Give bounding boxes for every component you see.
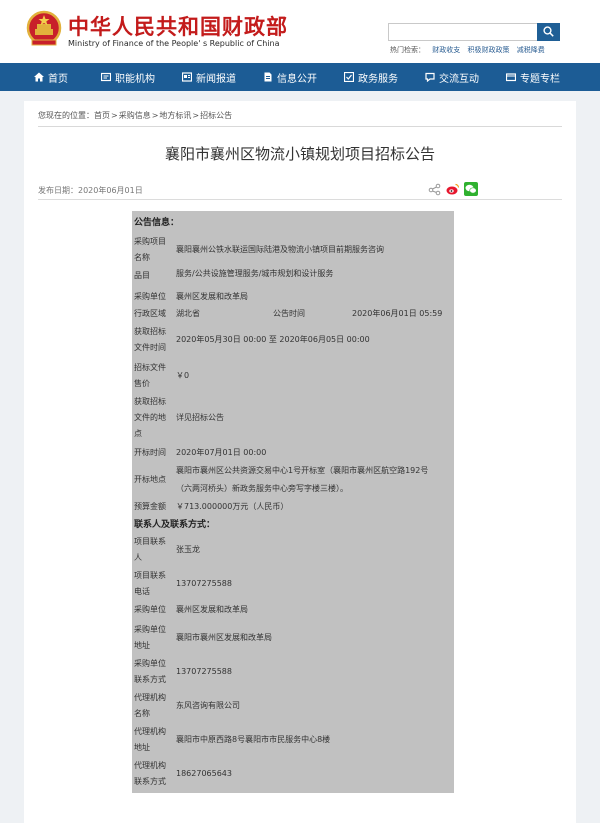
field-label: 采购单位 — [134, 605, 166, 614]
nav-label: 信息公开 — [277, 73, 317, 85]
content-page: 您现在的位置：首页>采购信息>地方标讯>招标公告 襄阳市襄州区物流小镇规划项目招… — [24, 101, 576, 823]
breadcrumb-link-home[interactable]: 首页 — [94, 111, 110, 120]
field-label: 开标地点 — [134, 475, 166, 484]
breadcrumb-separator: > — [192, 111, 200, 120]
field-value: 2020年06月01日 05:59 — [352, 309, 443, 318]
nav-label: 交流互动 — [439, 73, 479, 85]
field-value: 2020年07月01日 00:00 — [176, 448, 267, 457]
field-label: 名称 — [134, 709, 150, 718]
weibo-icon[interactable] — [446, 181, 460, 195]
home-icon — [34, 72, 44, 82]
share-icon[interactable] — [428, 181, 442, 196]
field-value: 张玉龙 — [176, 545, 200, 554]
field-value: ￥0 — [176, 371, 190, 380]
divider — [38, 199, 562, 200]
field-value: 服务/公共设施管理服务/城市规划和设计服务 — [176, 269, 334, 278]
field-label: 行政区域 — [134, 309, 166, 318]
main-nav: 首页 职能机构 新闻报道 信息公开 政务服务 交流互动 专题专栏 — [0, 63, 600, 91]
hot-search-link[interactable]: 减税降费 — [517, 46, 545, 54]
field-label: 地址 — [134, 641, 150, 650]
field-value: 襄阳市襄州区公共资源交易中心1号开标室（襄阳市襄州区航空路192号 — [176, 466, 429, 475]
nav-item-interact[interactable]: 交流互动 — [425, 63, 479, 91]
org-icon — [101, 72, 111, 82]
field-value: （六两河桥头）新政务服务中心旁写字楼三楼）。 — [176, 484, 348, 493]
nav-item-home[interactable]: 首页 — [34, 63, 68, 91]
wechat-icon[interactable] — [464, 181, 478, 196]
field-label: 品目 — [134, 271, 150, 280]
field-label: 售价 — [134, 379, 150, 388]
nav-label: 专题专栏 — [520, 73, 560, 85]
nav-label: 首页 — [48, 73, 68, 85]
search-button[interactable] — [537, 23, 560, 41]
field-value: 13707275588 — [176, 667, 232, 676]
divider — [38, 126, 562, 127]
site-subtitle: Ministry of Finance of the People' s Rep… — [68, 39, 280, 48]
hot-search-link[interactable]: 财政收支 — [432, 46, 460, 54]
hot-search-link[interactable]: 积极财政政策 — [467, 46, 509, 54]
national-emblem-icon[interactable] — [26, 10, 62, 48]
field-value: 湖北省 — [176, 309, 200, 318]
field-value: 襄阳市中原西路8号襄阳市市民服务中心8楼 — [176, 735, 331, 744]
breadcrumb-link-tender[interactable]: 招标公告 — [200, 111, 232, 120]
field-label: 地址 — [134, 743, 150, 752]
news-icon — [182, 72, 192, 82]
field-label: 人 — [134, 553, 142, 562]
field-value: 襄阳市襄州区发展和改革局 — [176, 633, 272, 642]
nav-item-info[interactable]: 信息公开 — [263, 63, 317, 91]
breadcrumb: 您现在的位置：首页>采购信息>地方标讯>招标公告 — [38, 110, 232, 121]
field-value: 东风咨询有限公司 — [176, 701, 240, 710]
nav-label: 政务服务 — [358, 73, 398, 85]
nav-item-topic[interactable]: 专题专栏 — [506, 63, 560, 91]
breadcrumb-prefix: 您现在的位置： — [38, 111, 94, 120]
doc-icon — [263, 72, 273, 82]
field-value: 18627065643 — [176, 769, 232, 778]
search-input[interactable] — [388, 23, 538, 41]
nav-label: 新闻报道 — [196, 73, 236, 85]
site-title[interactable]: 中华人民共和国财政部 — [68, 11, 288, 41]
chat-icon — [425, 72, 435, 82]
field-label: 文件时间 — [134, 343, 166, 352]
field-label: 联系方式 — [134, 675, 166, 684]
nav-label: 职能机构 — [115, 73, 155, 85]
field-value: ￥713.000000万元（人民币） — [176, 502, 289, 511]
field-label: 电话 — [134, 587, 150, 596]
article-title: 襄阳市襄州区物流小镇规划项目招标公告 — [164, 145, 435, 163]
field-label: 名称 — [134, 253, 150, 262]
breadcrumb-separator: > — [151, 111, 159, 120]
nav-item-org[interactable]: 职能机构 — [101, 63, 155, 91]
field-label: 公告时间 — [273, 309, 305, 318]
hot-search-label: 热门检索： — [390, 46, 425, 54]
field-label: 预算金额 — [134, 502, 166, 511]
publish-date: 发布日期：2020年06月01日 — [38, 186, 143, 195]
section-heading: 公告信息： — [134, 218, 180, 228]
breadcrumb-separator: > — [111, 111, 118, 120]
field-label: 开标时间 — [134, 448, 166, 457]
topic-icon — [506, 72, 516, 82]
field-value: 襄州区发展和改革局 — [176, 292, 248, 301]
notice-box: 公告信息： 采购项目 名称 襄阳襄州公铁水联运国际陆港及物流小镇项目前期服务咨询… — [132, 211, 454, 793]
field-label: 采购单位 — [134, 292, 166, 301]
field-value: 13707275588 — [176, 579, 232, 588]
hot-search: 热门检索： 财政收支 积极财政政策 减税降费 — [390, 45, 550, 55]
section-heading: 联系人及联系方式： — [134, 520, 216, 530]
breadcrumb-link-local[interactable]: 地方标讯 — [159, 111, 191, 120]
field-value: 襄阳襄州公铁水联运国际陆港及物流小镇项目前期服务咨询 — [176, 245, 384, 254]
field-label: 点 — [134, 429, 142, 438]
breadcrumb-link-procurement[interactable]: 采购信息 — [119, 111, 151, 120]
share-bar — [428, 181, 478, 196]
nav-item-news[interactable]: 新闻报道 — [182, 63, 236, 91]
service-icon — [344, 72, 354, 82]
nav-item-service[interactable]: 政务服务 — [344, 63, 398, 91]
field-value: 襄州区发展和改革局 — [176, 605, 248, 614]
field-value: 详见招标公告 — [176, 413, 224, 422]
field-label: 联系方式 — [134, 777, 166, 786]
field-value: 2020年05月30日 00:00 至 2020年06月05日 00:00 — [176, 335, 370, 344]
site-header: 中华人民共和国财政部 Ministry of Finance of the Pe… — [0, 0, 600, 63]
